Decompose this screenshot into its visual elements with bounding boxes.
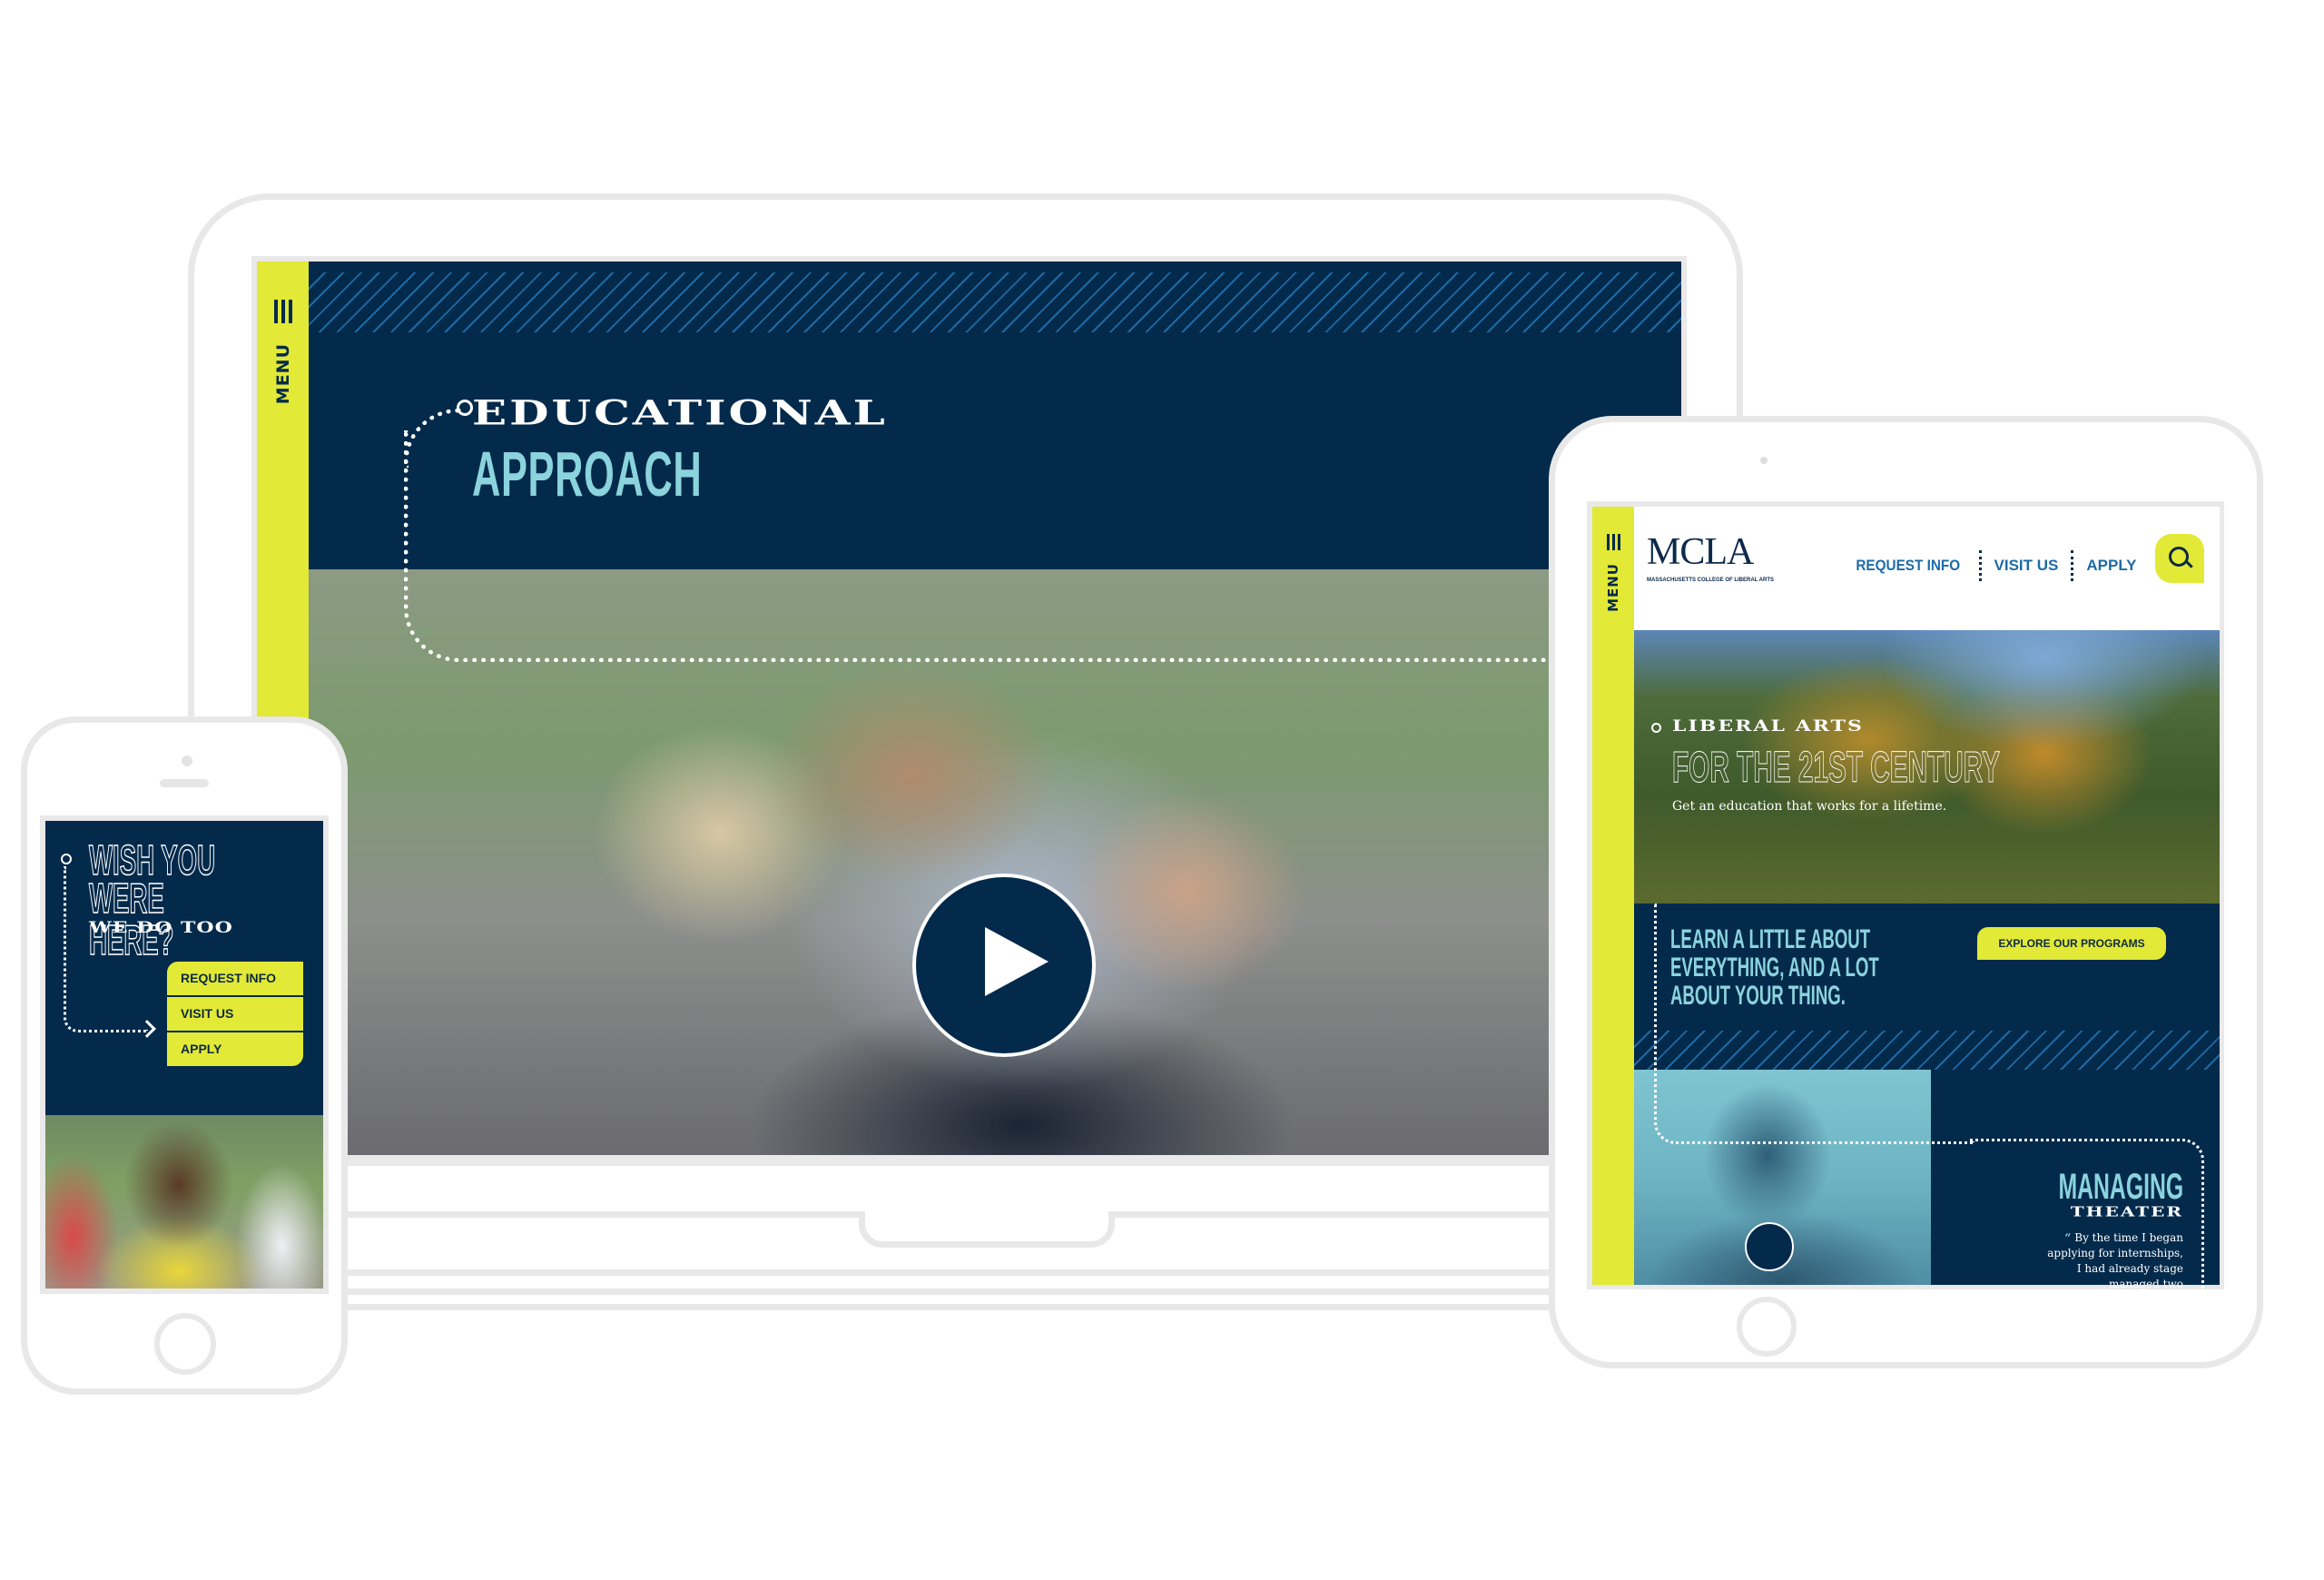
quote-line: applying for internships, <box>2047 1247 2183 1259</box>
quote-line: By the time I began <box>2074 1231 2183 1244</box>
laptop-screen: MENU EDUCATIONAL APPROACH <box>251 256 1707 1166</box>
logo-subtitle: MASSACHUSETTS COLLEGE OF LIBERAL ARTS <box>1647 578 1775 583</box>
phone-screen: WISH YOU WERE HERE? WE DO TOO REQUEST IN… <box>40 815 329 1294</box>
story-subtitle: THEATER <box>2070 1203 2183 1220</box>
laptop-trackpad-notch <box>859 1211 1115 1248</box>
phone-hero: WISH YOU WERE HERE? WE DO TOO REQUEST IN… <box>45 821 323 1115</box>
quote-icon: “ <box>2064 1231 2072 1244</box>
phone-camera <box>182 755 192 766</box>
play-button[interactable] <box>912 874 1096 1057</box>
phone-home-button[interactable] <box>154 1313 216 1375</box>
connector-node <box>457 400 473 416</box>
laptop-base-line-3 <box>345 1289 1552 1295</box>
hero-title: FOR THE 21ST CENTURY <box>1672 744 2001 793</box>
story-quote: “By the time I began applying for intern… <box>2047 1230 2183 1308</box>
phone-action-list: REQUEST INFO VISIT US APPLY <box>167 962 303 1066</box>
phone-subheading: WE DO TOO <box>89 919 233 937</box>
tablet-menu-rail[interactable]: MENU <box>1592 507 1634 1285</box>
nav-request-info[interactable]: REQUEST INFO <box>1856 557 1960 575</box>
tablet-header: MCLA MASSACHUSETTS COLLEGE OF LIBERAL AR… <box>1634 507 2220 630</box>
laptop-heading-line2: APPROACH <box>472 439 703 509</box>
hatched-band <box>309 272 1681 332</box>
connector-node <box>1651 723 1661 733</box>
quote-line: professional operas. <box>2072 1293 2183 1306</box>
connector-node <box>61 854 72 864</box>
tablet-home-button[interactable] <box>1737 1297 1797 1357</box>
tablet-camera <box>1760 457 1768 464</box>
explore-programs-button[interactable]: EXPLORE OUR PROGRAMS <box>1977 927 2166 960</box>
search-button[interactable] <box>2155 534 2204 583</box>
tablet-screen: MENU MCLA MASSACHUSETTS COLLEGE OF LIBER… <box>1587 501 2224 1306</box>
laptop-heading-line1: EDUCATIONAL <box>472 392 888 433</box>
tablet-hero-image: LIBERAL ARTS FOR THE 21ST CENTURY Get an… <box>1634 630 2220 904</box>
phone-visit-us-button[interactable]: VISIT US <box>167 997 303 1032</box>
play-button[interactable] <box>1745 1222 1794 1271</box>
phone-request-info-button[interactable]: REQUEST INFO <box>167 962 303 997</box>
story-title: MANAGING <box>2058 1167 2183 1207</box>
play-icon <box>985 927 1049 996</box>
quote-line: I had already stage <box>2076 1262 2183 1275</box>
menu-label[interactable]: MENU <box>1605 563 1621 612</box>
dotted-connector <box>1654 904 1974 1144</box>
phone-speaker <box>160 779 209 787</box>
hero-eyebrow: LIBERAL ARTS <box>1672 717 1864 736</box>
phone-apply-button[interactable]: APPLY <box>167 1032 303 1066</box>
phone-students-photo <box>45 1115 323 1289</box>
hamburger-icon[interactable] <box>1606 534 1620 550</box>
tablet-nav: REQUEST INFO VISIT US APPLY <box>1850 550 2137 581</box>
nav-divider <box>2071 550 2074 581</box>
mclа-logo[interactable]: MCLA <box>1647 530 1754 574</box>
nav-apply[interactable]: APPLY <box>2086 557 2136 575</box>
laptop-base-line-2 <box>345 1269 1552 1276</box>
nav-visit-us[interactable]: VISIT US <box>1994 557 2059 575</box>
hero-tagline: Get an education that works for a lifeti… <box>1672 799 1947 814</box>
tablet-programs-section: LEARN A LITTLE ABOUT EVERYTHING, AND A L… <box>1634 904 2220 1306</box>
search-icon-handle <box>2185 560 2193 568</box>
hamburger-icon[interactable] <box>273 300 292 323</box>
quote-line: managed two <box>2108 1278 2183 1290</box>
nav-divider <box>1978 550 1982 581</box>
menu-label[interactable]: MENU <box>273 343 293 404</box>
